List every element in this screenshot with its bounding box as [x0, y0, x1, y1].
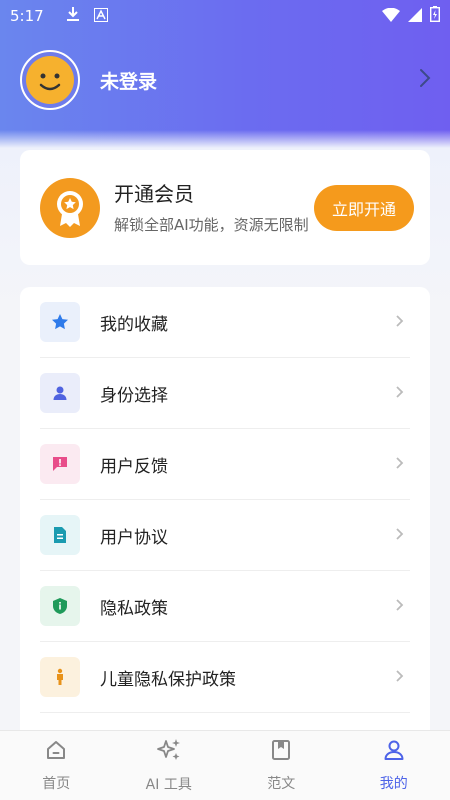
status-time: 5:17 — [10, 7, 44, 25]
chevron-right-icon — [395, 526, 404, 545]
chevron-right-icon — [395, 597, 404, 616]
chevron-right-icon — [395, 455, 404, 474]
open-vip-button[interactable]: 立即开通 — [314, 185, 414, 231]
menu-item-label: 用户反馈 — [100, 456, 168, 477]
tab-mine[interactable]: 我的 — [338, 731, 450, 800]
download-icon — [66, 6, 80, 26]
tab-label: 首页 — [42, 775, 71, 792]
vip-title: 开通会员 — [114, 182, 194, 206]
tab-home[interactable]: 首页 — [0, 731, 113, 800]
signal-icon — [408, 7, 422, 26]
tab-label: 我的 — [379, 775, 408, 792]
chevron-right-icon[interactable] — [418, 68, 432, 92]
tab-label: AI 工具 — [145, 776, 192, 793]
menu-item-label: 用户协议 — [100, 527, 168, 548]
menu-item-label: 身份选择 — [100, 385, 168, 406]
bottom-tab-bar: 首页 AI 工具 范文 我的 — [0, 730, 450, 800]
book-icon — [271, 739, 291, 765]
chevron-right-icon — [395, 668, 404, 687]
menu-item-feedback[interactable]: 用户反馈 — [40, 429, 410, 500]
document-icon — [40, 515, 80, 555]
star-icon — [40, 302, 80, 342]
shield-icon — [40, 586, 80, 626]
avatar[interactable] — [20, 50, 80, 110]
username: 未登录 — [100, 70, 158, 93]
tab-ai-tools[interactable]: AI 工具 — [113, 731, 226, 800]
menu-item-label: 儿童隐私保护政策 — [100, 669, 236, 690]
tab-label: 范文 — [267, 775, 296, 792]
vip-subtitle: 解锁全部AI功能，资源无限制 — [114, 216, 309, 234]
person-icon — [40, 373, 80, 413]
profile-header[interactable]: 未登录 — [20, 50, 432, 110]
menu-item-label: 隐私政策 — [100, 598, 168, 619]
user-icon — [383, 739, 405, 765]
status-bar: 5:17 — [0, 0, 450, 32]
menu-item-label: 我的收藏 — [100, 314, 168, 335]
app-notification-icon — [93, 7, 108, 26]
sparkle-icon — [156, 738, 182, 766]
child-icon — [40, 657, 80, 697]
smiley-face-icon — [26, 56, 74, 104]
wifi-icon — [382, 7, 400, 26]
tab-essays[interactable]: 范文 — [225, 731, 338, 800]
menu-item-favorites[interactable]: 我的收藏 — [40, 287, 410, 358]
battery-icon — [429, 6, 441, 26]
menu-item-child-privacy[interactable]: 儿童隐私保护政策 — [40, 642, 410, 713]
menu-item-privacy-policy[interactable]: 隐私政策 — [40, 571, 410, 642]
feedback-icon — [40, 444, 80, 484]
vip-card[interactable]: 开通会员 解锁全部AI功能，资源无限制 立即开通 — [20, 150, 430, 265]
home-icon — [45, 739, 67, 765]
menu-item-identity[interactable]: 身份选择 — [40, 358, 410, 429]
menu-list: 我的收藏 身份选择 用户反馈 用户协议 隐私政策 儿童隐私保护政策 — [20, 287, 430, 747]
chevron-right-icon — [395, 384, 404, 403]
menu-item-user-agreement[interactable]: 用户协议 — [40, 500, 410, 571]
vip-badge-icon — [40, 177, 100, 238]
chevron-right-icon — [395, 313, 404, 332]
